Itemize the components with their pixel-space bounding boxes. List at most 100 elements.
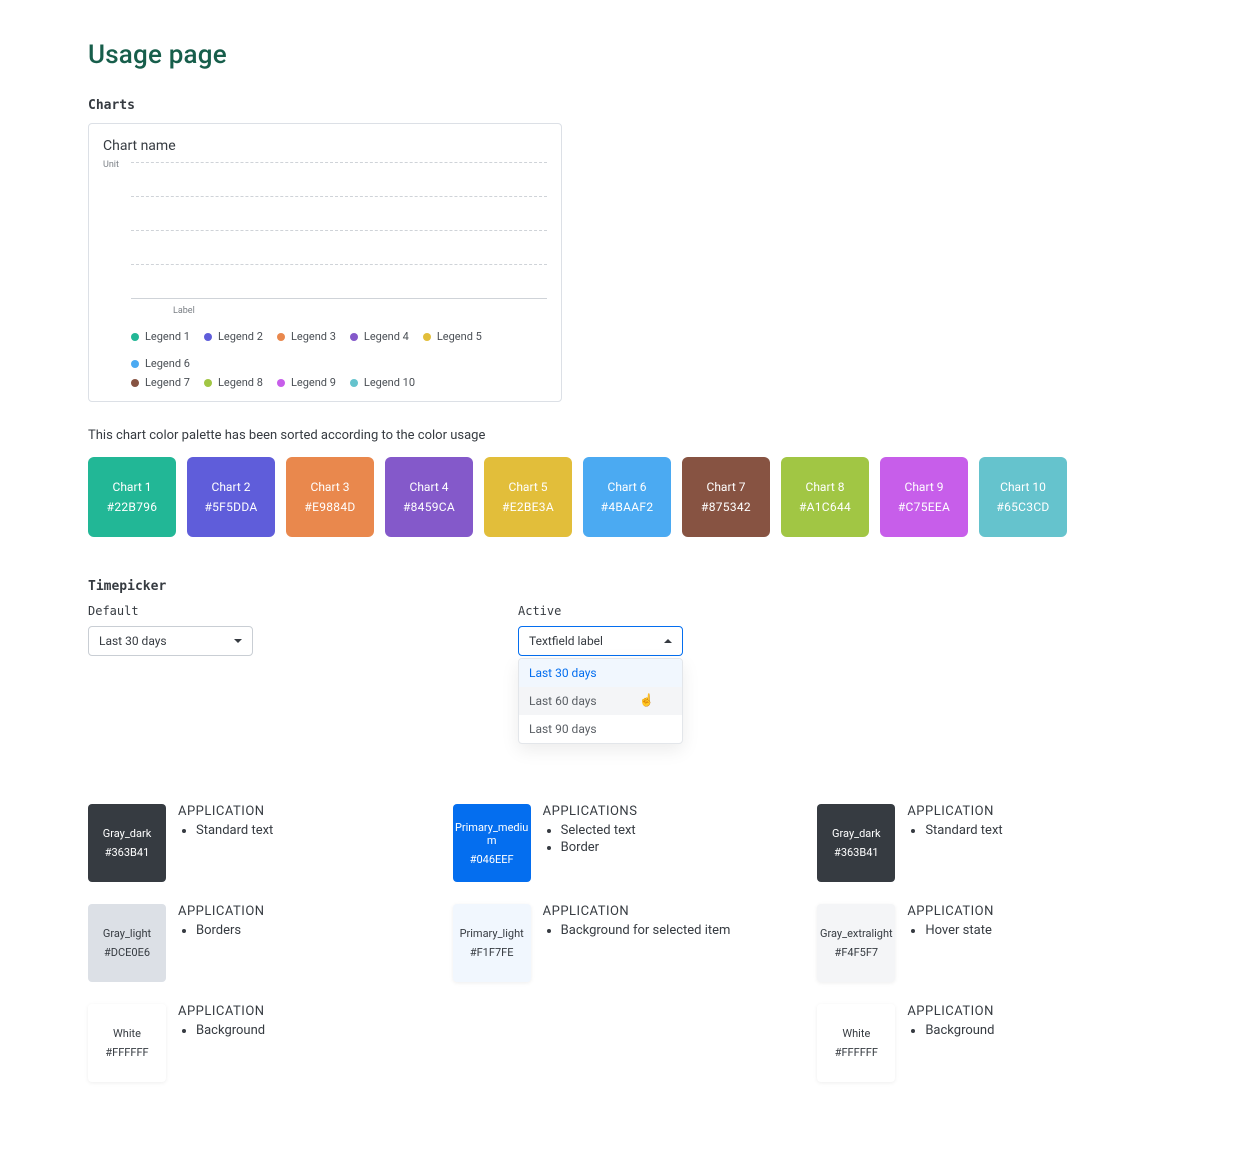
chevron-down-icon [234,639,242,643]
spec-swatch: Primary_light #F1F7FE [453,904,531,982]
swatch-hex: #875342 [701,500,751,514]
color-spec-grid: Gray_dark#363B41APPLICATIONStandard text… [88,804,1146,1082]
spec-use-item: Background [196,1023,265,1038]
palette-note: This chart color palette has been sorted… [88,428,1146,443]
spec-text: APPLICATIONStandard text [178,804,273,840]
spec-heading: APPLICATION [178,804,273,819]
swatch-name: Chart 1 [113,480,152,494]
spec-use-item: Standard text [925,823,1002,838]
spec-use-item: Borders [196,923,265,938]
legend-label: Legend 6 [145,357,190,370]
spec-heading: APPLICATION [543,904,731,919]
timepicker-active-select[interactable]: Textfield label [518,626,683,656]
spec-use-item: Background for selected item [561,923,731,938]
palette-swatch: Chart 5#E2BE3A [484,457,572,537]
color-spec: Gray_dark#363B41APPLICATIONStandard text [88,804,417,882]
legend-item: Legend 6 [131,357,190,370]
swatch-hex: #C75EEA [898,500,950,514]
spec-name: Gray_extralight [820,927,893,940]
swatch-hex: #8459CA [403,500,455,514]
timepicker-active: Active Textfield label Last 30 days Last… [518,604,768,744]
legend-label: Legend 9 [291,376,336,389]
color-spec: White#FFFFFF APPLICATION Background [88,1004,417,1082]
legend-label: Legend 4 [364,330,409,343]
legend-label: Legend 10 [364,376,415,389]
spec-use-item: Border [561,840,638,855]
legend-item: Legend 9 [277,376,336,389]
legend-dot-icon [350,333,358,341]
chart-plot-area: Unit Label [103,162,547,322]
swatch-name: Chart 4 [410,480,449,494]
spec-swatch: White#FFFFFF [817,1004,895,1082]
swatch-name: Chart 6 [608,480,647,494]
spec-heading: APPLICATION [178,904,265,919]
spec-name: Primary_light [460,927,524,940]
swatch-name: Chart 8 [806,480,845,494]
spec-hex: #046EEF [470,853,514,866]
legend-item: Legend 3 [277,330,336,343]
timepicker-active-value: Textfield label [529,634,603,648]
legend-dot-icon [131,360,139,368]
spec-text: APPLICATIONS Selected text Border [543,804,638,857]
palette-swatch: Chart 1 #22B796 [88,457,176,537]
spec-name: White [842,1027,870,1040]
legend-label: Legend 2 [218,330,263,343]
timepicker-option-60[interactable]: Last 60 days ☝ [519,687,682,715]
timepicker-option-30[interactable]: Last 30 days [519,659,682,687]
timepicker-default-value: Last 30 days [99,634,167,648]
spec-text: APPLICATION Background [178,1004,265,1040]
swatch-name: Chart 2 [212,480,251,494]
legend-dot-icon [131,379,139,387]
legend-dot-icon [204,333,212,341]
section-timepicker-label: Timepicker [88,579,1146,594]
legend-item: Legend 4 [350,330,409,343]
swatch-hex: #A1C644 [799,500,851,514]
spec-use-item: Selected text [561,823,638,838]
spec-swatch: White#FFFFFF [88,1004,166,1082]
legend-label: Legend 7 [145,376,190,389]
timepicker-option-90[interactable]: Last 90 days [519,715,682,743]
spec-heading: APPLICATION [178,1004,265,1019]
color-spec: White#FFFFFFAPPLICATIONBackground [817,1004,1146,1082]
section-charts-label: Charts [88,98,1146,113]
swatch-name: Chart 7 [707,480,746,494]
spec-heading: APPLICATION [907,1004,994,1019]
spec-text: APPLICATION Background for selected item [543,904,731,940]
swatch-hex: #4BAAF2 [601,500,654,514]
spec-text: APPLICATION Borders [178,904,265,940]
spec-swatch: Gray_light#DCE0E6 [88,904,166,982]
timepicker-active-label: Active [518,604,768,618]
palette-swatch: Chart 3#E9884D [286,457,374,537]
timepicker-default-select[interactable]: Last 30 days [88,626,253,656]
cursor-icon: ☝ [639,693,654,707]
legend-item: Legend 7 [131,376,190,389]
chart-y-unit: Unit [103,160,119,170]
chart-card: Chart name Unit Label Legend 1 Legend 2 Le… [88,123,562,402]
swatch-hex: #5F5DDA [204,500,257,514]
spec-name: Gray_dark [832,827,881,840]
swatch-hex: #22B796 [107,500,158,514]
color-spec: Gray_dark#363B41APPLICATIONStandard text [817,804,1146,882]
spec-name: Primary_medium [455,821,529,847]
spec-text: APPLICATIONHover state [907,904,994,940]
legend-label: Legend 5 [437,330,482,343]
timepicker-default-label: Default [88,604,338,618]
swatch-name: Chart 9 [905,480,944,494]
legend-dot-icon [277,379,285,387]
spec-name: Gray_light [103,927,151,940]
spec-heading: APPLICATIONS [543,804,638,819]
timepicker-dropdown: Last 30 days Last 60 days ☝ Last 90 days [518,658,683,744]
spec-hex: #F1F7FE [470,946,514,959]
legend-dot-icon [423,333,431,341]
spec-heading: APPLICATION [907,904,994,919]
legend-dot-icon [204,379,212,387]
chart-title: Chart name [103,138,547,154]
legend-dot-icon [131,333,139,341]
spec-heading: APPLICATION [907,804,1002,819]
color-spec: Gray_light#DCE0E6 APPLICATION Borders [88,904,417,982]
legend-item: Legend 10 [350,376,415,389]
color-spec: Primary_medium #046EEF APPLICATIONS Selecte… [453,804,782,882]
palette-swatches: Chart 1 #22B796 Chart 2 #5F5DDA Chart 3#E988… [88,457,1146,537]
legend-label: Legend 1 [145,330,190,343]
color-spec: Primary_light #F1F7FE APPLICATION Backgroun… [453,904,782,982]
